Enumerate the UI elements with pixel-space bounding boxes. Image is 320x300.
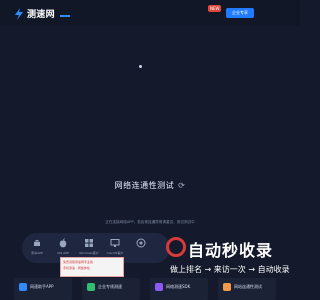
watermark-logo-icon — [166, 237, 186, 257]
active-nav-indicator — [60, 15, 70, 17]
card-label: 网速助手APP — [30, 284, 54, 289]
apple-icon — [59, 238, 67, 248]
card-label: 企业专线测速 — [98, 284, 122, 289]
top-navigation-bar: 测速网 NEW 企业专享 — [0, 0, 300, 26]
loading-dot — [139, 65, 142, 68]
refresh-icon[interactable]: ⟳ — [178, 181, 185, 190]
platform-ios[interactable]: iOS APP — [52, 237, 74, 259]
app-icon — [19, 283, 27, 291]
card-app[interactable]: 网速助手APP — [14, 278, 72, 300]
monitor-icon — [110, 239, 120, 247]
card-sdk[interactable]: 网络测速SDK — [150, 278, 208, 300]
description-text: 正在连接网络APP，若出现连通异常请重试，测试测试中 — [105, 220, 195, 224]
chrome-icon — [136, 238, 146, 248]
watermark-subtitle: 做上排名 → 来访一次 → 自动收录 — [170, 265, 290, 274]
promo-line-2: 手机测速 · 网络体检 — [63, 266, 90, 270]
card-label: 网站连通性测试 — [234, 284, 262, 289]
platform-macos[interactable]: macOS客户 — [104, 237, 126, 259]
page-title: 网络连通性测试 ⟳ — [0, 180, 300, 191]
watermark-overlay: 自动秒收录 做上排名 → 来访一次 → 自动收录 — [166, 233, 300, 279]
platform-android[interactable]: 安卓APP — [26, 237, 48, 259]
new-badge: NEW — [208, 5, 222, 12]
app-logo-text[interactable]: 测速网 — [27, 7, 55, 20]
platform-browser[interactable] — [130, 237, 152, 259]
android-icon — [34, 239, 40, 246]
card-connectivity[interactable]: 网站连通性测试 — [218, 278, 276, 300]
platform-windows[interactable]: Windows客户 — [78, 237, 100, 259]
page-title-text: 网络连通性测试 — [114, 181, 175, 190]
watermark-title: 自动秒收录 — [188, 241, 274, 260]
promo-banner[interactable]: 免费领取测速网专业版 手机测速 · 网络体检 — [60, 257, 124, 277]
enterprise-icon — [87, 283, 95, 291]
logo-icon — [15, 8, 23, 20]
sdk-icon — [155, 283, 163, 291]
promo-line-1: 免费领取测速网专业版 — [63, 260, 94, 264]
card-enterprise[interactable]: 企业专线测速 — [82, 278, 140, 300]
enterprise-button[interactable]: 企业专享 — [226, 8, 254, 18]
windows-icon — [85, 239, 93, 247]
product-cards: 网速助手APP 企业专线测速 网络测速SDK 网站连通性测试 — [0, 278, 300, 300]
card-label: 网络测速SDK — [166, 284, 191, 289]
connectivity-icon — [223, 283, 231, 291]
platform-label: macOS客户 — [106, 251, 124, 255]
